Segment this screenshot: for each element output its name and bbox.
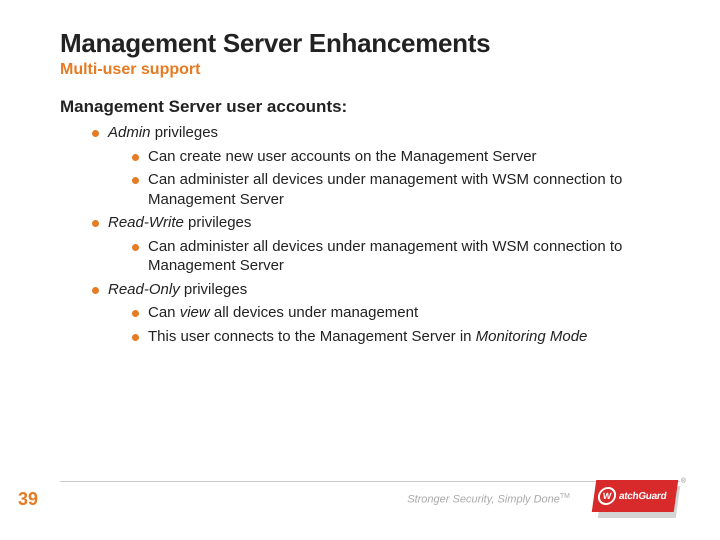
- text: all devices under management: [210, 304, 418, 321]
- slide-content: Management Server Enhancements Multi-use…: [0, 0, 720, 346]
- priv-suffix: privileges: [184, 214, 252, 231]
- list-item: Read-Write privileges: [60, 213, 680, 233]
- text-italic: view: [180, 304, 210, 321]
- page-number: 39: [18, 489, 38, 510]
- footer-divider: [60, 481, 680, 482]
- logo-circle-icon: W: [597, 487, 618, 505]
- list-item: Admin privileges: [60, 123, 680, 143]
- list-item: This user connects to the Management Ser…: [60, 327, 680, 347]
- logo-text: atchGuard: [618, 491, 667, 502]
- priv-suffix: privileges: [151, 124, 219, 141]
- list-item: Can view all devices under management: [60, 303, 680, 323]
- list-item: Read-Only privileges: [60, 280, 680, 300]
- section-heading: Management Server user accounts:: [60, 97, 680, 117]
- tagline-text: Stronger Security, Simply Done: [407, 494, 560, 506]
- logo-block: W atchGuard: [592, 480, 678, 512]
- list-item: Can create new user accounts on the Mana…: [60, 147, 680, 167]
- text: Can: [148, 304, 180, 321]
- trademark-icon: TM: [560, 493, 570, 500]
- registered-icon: ®: [681, 478, 686, 485]
- watchguard-logo: W atchGuard ®: [590, 476, 680, 520]
- list-item: Can administer all devices under managem…: [60, 170, 680, 209]
- list-item: Can administer all devices under managem…: [60, 237, 680, 276]
- priv-name: Read-Only: [108, 281, 180, 298]
- priv-name: Admin: [108, 124, 151, 141]
- slide-subtitle: Multi-user support: [60, 61, 680, 79]
- text: This user connects to the Management Ser…: [148, 328, 476, 345]
- text-italic: Monitoring Mode: [476, 328, 588, 345]
- priv-name: Read-Write: [108, 214, 184, 231]
- priv-suffix: privileges: [180, 281, 248, 298]
- footer-tagline: Stronger Security, Simply DoneTM: [407, 493, 570, 506]
- slide-title: Management Server Enhancements: [60, 28, 680, 59]
